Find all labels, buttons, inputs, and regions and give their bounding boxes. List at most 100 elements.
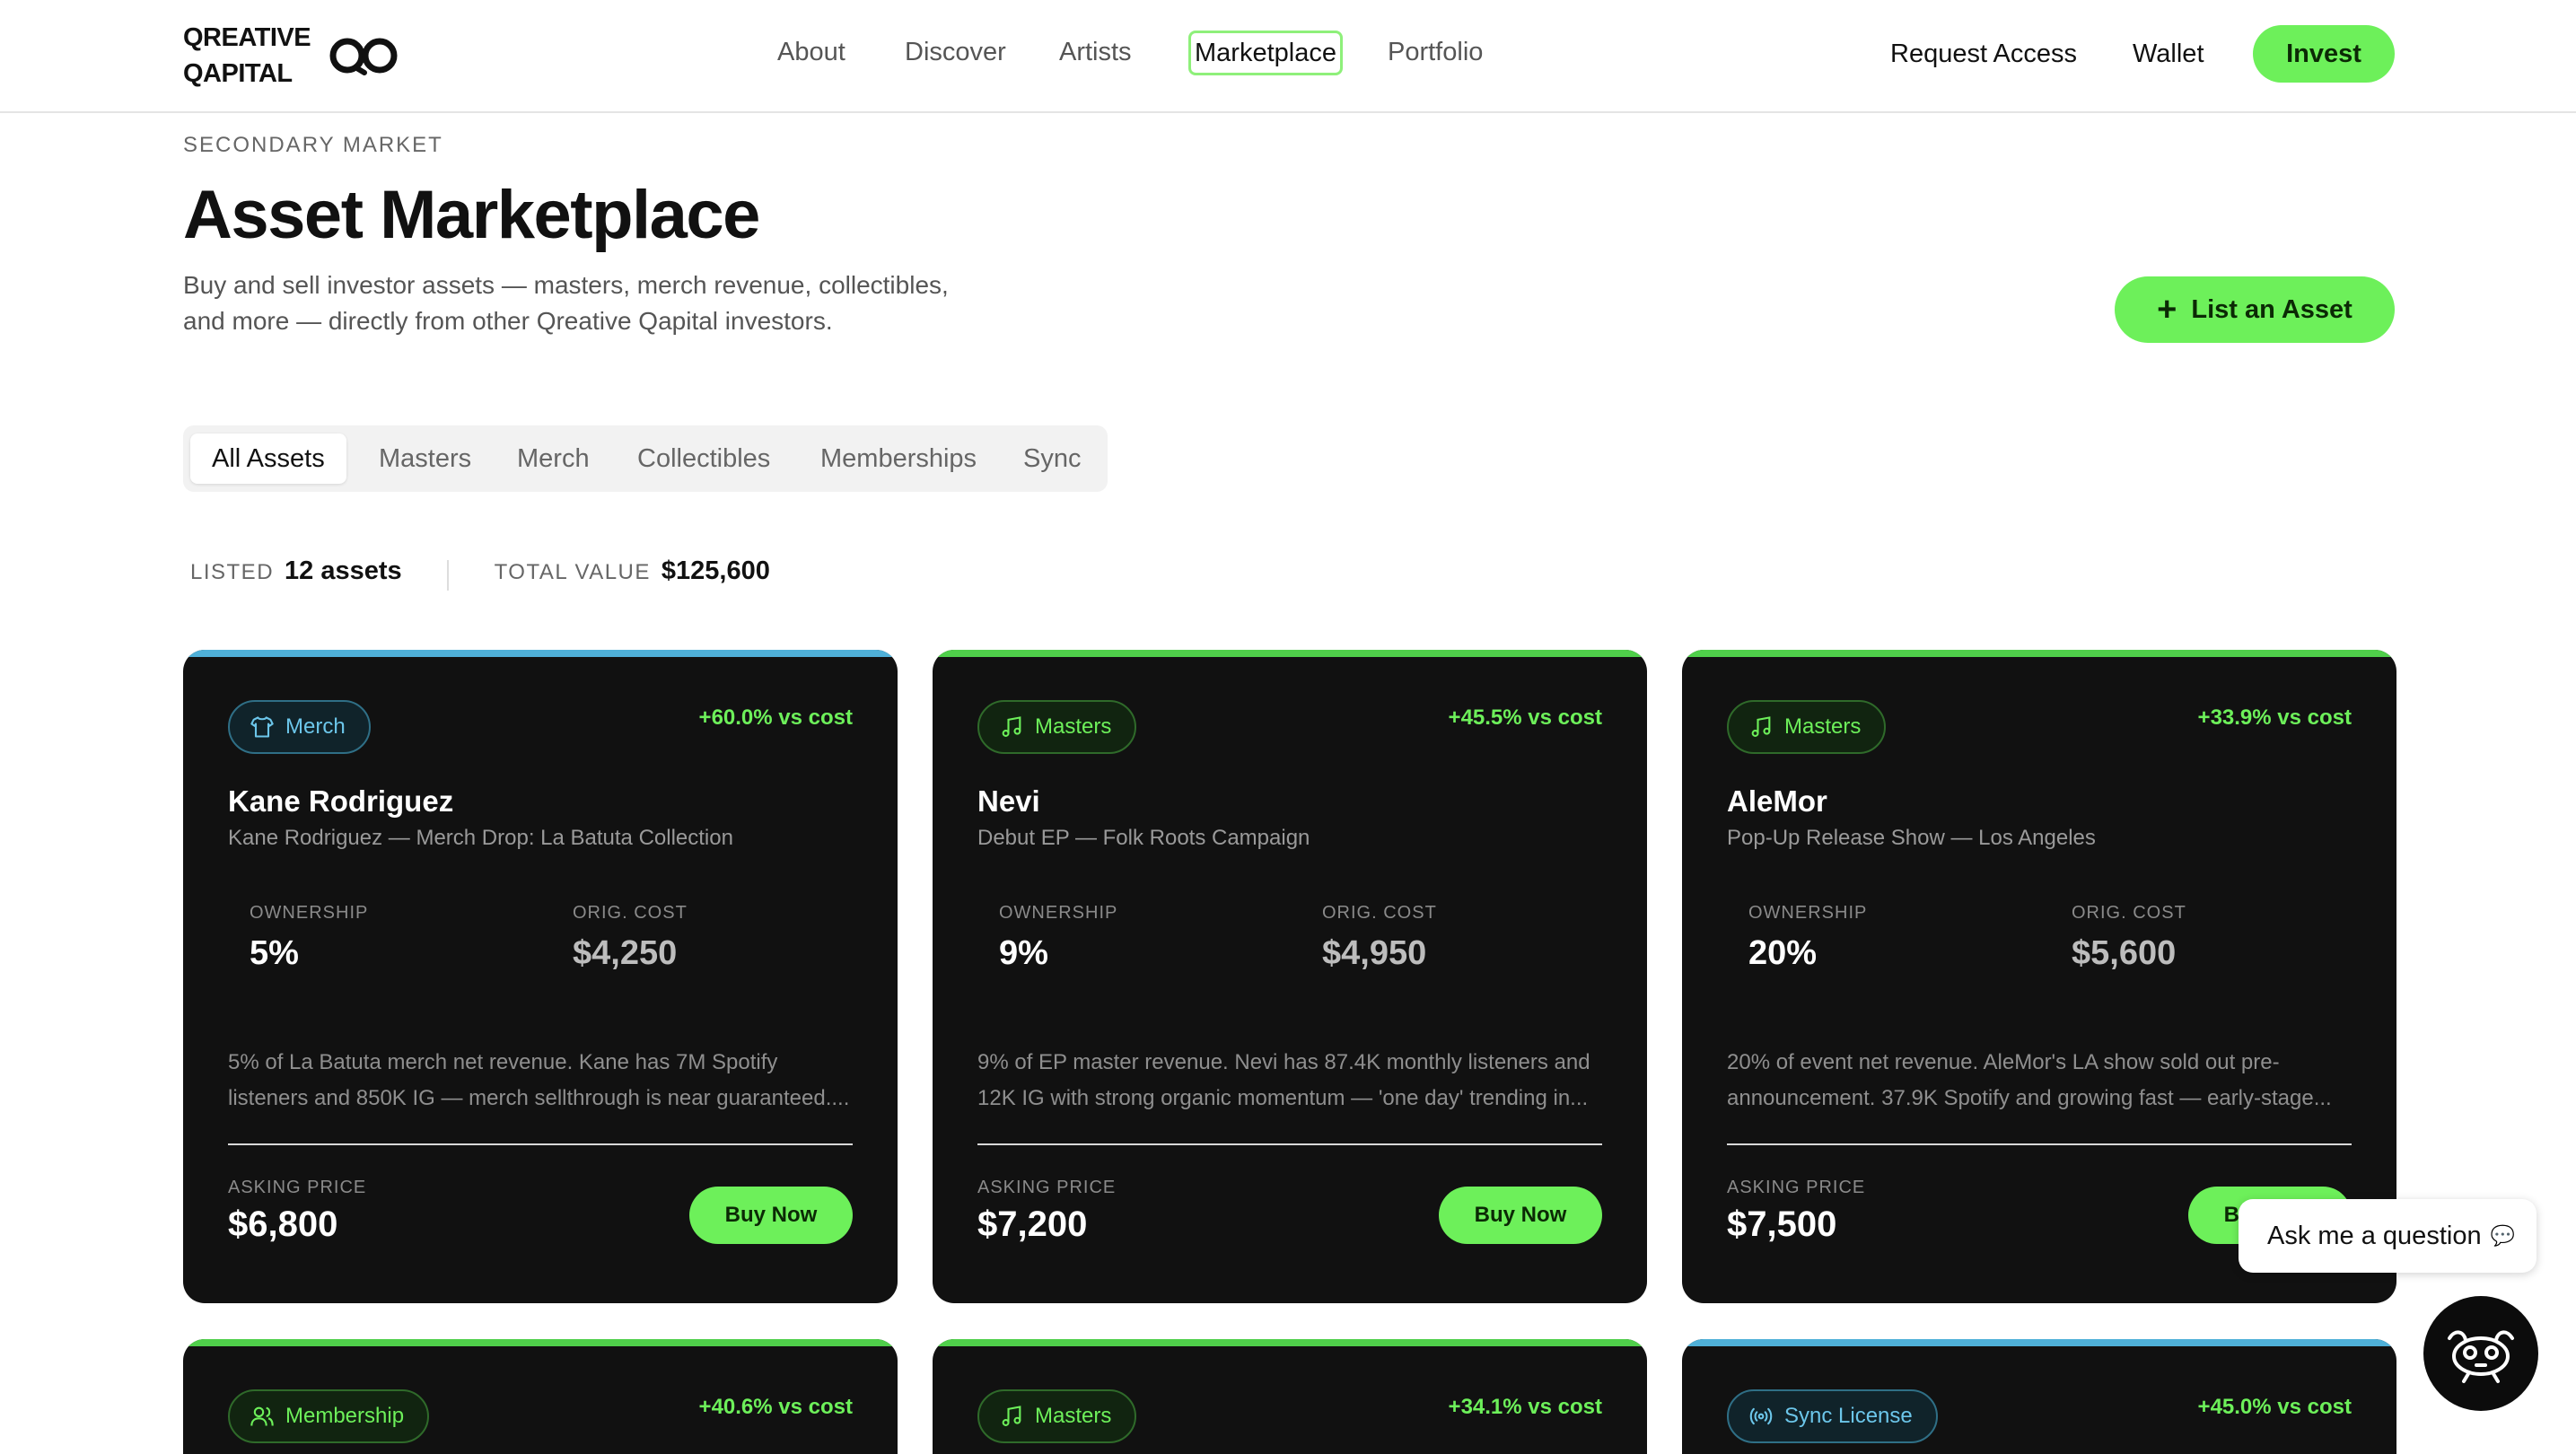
tab-memberships[interactable]: Memberships [820,434,977,484]
chat-assistant-button[interactable] [2423,1296,2538,1411]
buy-now-button[interactable]: Buy Now [1439,1187,1602,1244]
asset-card[interactable]: Membership +40.6% vs cost [183,1339,898,1454]
asset-description: 5% of La Batuta merch net revenue. Kane … [228,1050,850,1110]
ownership-value: 9% [999,934,1048,972]
orig-cost-label: ORIG. COST [573,903,688,923]
listed-value: 12 assets [285,556,402,585]
page-title: Asset Marketplace [183,177,760,253]
category-tabs: All Assets Masters Merch Collectibles Me… [183,425,1108,492]
category-label: Membership [285,1404,405,1428]
section-eyebrow: SECONDARY MARKET [183,133,443,157]
card-accent-bar [183,650,898,657]
artist-name: AleMor [1727,784,1827,818]
music-note-icon [1002,716,1021,737]
orig-cost-value: $5,600 [2072,934,2177,972]
wallet-link[interactable]: Wallet [2133,25,2204,83]
broadcast-icon [1749,1407,1773,1425]
category-label: Masters [1035,714,1112,739]
category-label: Masters [1035,1404,1112,1428]
category-badge: Masters [1727,700,1887,754]
card-accent-bar [183,1339,898,1346]
orig-cost-label: ORIG. COST [1322,903,1437,923]
orig-cost-block: ORIG. COST $4,950 [1322,903,1437,973]
ownership-block: OWNERSHIP 9% [999,903,1117,973]
asking-price-value: $6,800 [228,1204,338,1244]
buy-now-button[interactable]: Buy Now [689,1187,853,1244]
orig-cost-block: ORIG. COST $5,600 [2072,903,2186,973]
asset-card[interactable]: Sync License +45.0% vs cost [1682,1339,2396,1454]
request-access-link[interactable]: Request Access [1890,25,2077,83]
category-badge: Masters [977,1389,1137,1443]
tab-masters[interactable]: Masters [379,434,471,484]
category-badge: Masters [977,700,1137,754]
card-accent-bar [933,650,1647,657]
list-asset-button[interactable]: + List an Asset [2115,276,2395,343]
ownership-block: OWNERSHIP 5% [250,903,368,973]
orig-cost-value: $4,950 [1322,934,1427,972]
ownership-value: 20% [1748,934,1818,972]
asset-card[interactable]: Merch +60.0% vs cost Kane Rodriguez Kane… [183,650,898,1303]
asset-description: 9% of EP master revenue. Nevi has 87.4K … [977,1050,1590,1110]
asking-price-label: ASKING PRICE [228,1178,367,1197]
listed-label: LISTED [190,560,275,584]
tab-collectibles[interactable]: Collectibles [637,434,770,484]
artist-name: Nevi [977,784,1040,818]
tab-merch[interactable]: Merch [517,434,590,484]
gain-vs-cost: +40.6% vs cost [698,1395,853,1419]
music-note-icon [1002,1406,1021,1426]
asking-price-value: $7,500 [1727,1204,1837,1244]
ask-question-label: Ask me a question [2267,1221,2482,1250]
asking-price-label: ASKING PRICE [1727,1178,1866,1197]
project-name: Pop-Up Release Show — Los Angeles [1727,826,2096,850]
artist-name: Kane Rodriguez [228,784,454,818]
nav-link-marketplace[interactable]: Marketplace [1188,31,1343,75]
ask-question-bubble[interactable]: Ask me a question 💬 [2239,1199,2537,1273]
gain-vs-cost: +33.9% vs cost [2197,705,2352,730]
gain-vs-cost: +60.0% vs cost [698,705,853,730]
category-label: Masters [1784,714,1862,739]
nav-link-about[interactable]: About [777,27,846,77]
card-divider [228,1143,853,1145]
nav-link-artists[interactable]: Artists [1059,27,1132,77]
page-subtitle: Buy and sell investor assets — masters, … [183,271,949,335]
category-badge: Sync License [1727,1389,1938,1443]
gain-vs-cost: +45.0% vs cost [2197,1395,2352,1419]
top-nav: QREATIVE QAPITAL About Discover Artists … [0,0,2576,113]
nav-link-portfolio[interactable]: Portfolio [1388,27,1483,77]
shirt-icon [250,716,274,738]
asset-card[interactable]: Masters +45.5% vs cost Nevi Debut EP — F… [933,650,1647,1303]
ownership-label: OWNERSHIP [250,903,369,923]
total-value-label: TOTAL VALUE [494,560,651,584]
card-accent-bar [933,1339,1647,1346]
ownership-label: OWNERSHIP [1748,903,1868,923]
card-divider [1727,1143,2352,1145]
card-accent-bar [1682,1339,2396,1346]
total-value: $125,600 [661,556,770,585]
asking-price-label: ASKING PRICE [977,1178,1117,1197]
market-stats: LISTED 12 assets TOTAL VALUE $125,600 [190,551,770,591]
category-badge: Merch [228,700,371,754]
gain-vs-cost: +45.5% vs cost [1448,705,1602,730]
speech-bubble-icon: 💬 [2490,1224,2515,1247]
music-note-icon [1751,716,1771,737]
ownership-label: OWNERSHIP [999,903,1118,923]
orig-cost-label: ORIG. COST [2072,903,2186,923]
card-divider [977,1143,1602,1145]
ownership-value: 5% [250,934,299,972]
tab-sync[interactable]: Sync [1023,434,1081,484]
users-icon [250,1406,274,1426]
category-label: Merch [285,714,346,739]
invest-button[interactable]: Invest [2253,25,2395,83]
gain-vs-cost: +34.1% vs cost [1448,1395,1602,1419]
category-badge: Membership [228,1389,430,1443]
tab-all-assets[interactable]: All Assets [190,434,346,484]
project-name: Debut EP — Folk Roots Campaign [977,826,1310,850]
orig-cost-block: ORIG. COST $4,250 [573,903,688,973]
ownership-block: OWNERSHIP 20% [1748,903,1867,973]
category-label: Sync License [1784,1404,1913,1428]
nav-link-discover[interactable]: Discover [905,27,1006,77]
asking-price-value: $7,200 [977,1204,1088,1244]
asset-card[interactable]: Masters +34.1% vs cost [933,1339,1647,1454]
orig-cost-value: $4,250 [573,934,678,972]
stats-divider [447,559,450,591]
